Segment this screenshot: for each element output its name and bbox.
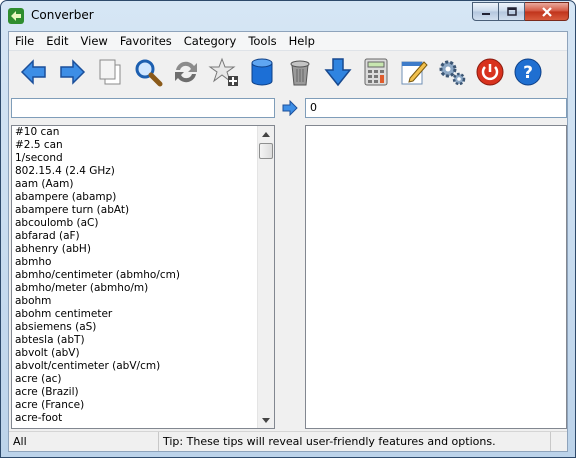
swap-button[interactable] bbox=[167, 52, 205, 92]
unit-list-item[interactable]: acre-foot bbox=[15, 412, 257, 425]
unit-list-item[interactable]: abampere (abamp) bbox=[15, 191, 257, 204]
calculator-button[interactable] bbox=[357, 52, 395, 92]
unit-list-scrollbar[interactable] bbox=[257, 126, 274, 428]
unit-list-item[interactable]: abtesla (abT) bbox=[15, 334, 257, 347]
settings-button[interactable] bbox=[433, 52, 471, 92]
unit-list-item[interactable]: abohm bbox=[15, 295, 257, 308]
scroll-up-arrow-icon bbox=[262, 131, 270, 137]
delete-button[interactable] bbox=[281, 52, 319, 92]
convert-arrow-icon[interactable] bbox=[281, 100, 299, 116]
unit-list-item[interactable]: #10 can bbox=[15, 126, 257, 139]
back-arrow-icon bbox=[20, 59, 46, 85]
download-button[interactable] bbox=[319, 52, 357, 92]
swap-arrows-icon bbox=[175, 61, 197, 83]
result-value-field[interactable]: 0 bbox=[305, 98, 567, 118]
magnifier-icon bbox=[135, 59, 163, 87]
svg-text:?: ? bbox=[523, 63, 533, 83]
close-icon bbox=[541, 6, 552, 17]
resize-grip[interactable] bbox=[551, 432, 567, 451]
status-tip: Tip: These tips will reveal user-friendl… bbox=[159, 432, 551, 451]
maximize-icon bbox=[506, 7, 517, 16]
unit-list-item[interactable]: abohm centimeter bbox=[15, 308, 257, 321]
unit-list-item[interactable]: acre (Brazil) bbox=[15, 386, 257, 399]
help-button[interactable]: ? bbox=[509, 52, 547, 92]
client-area: File Edit View Favorites Category Tools … bbox=[8, 31, 568, 452]
unit-list-item[interactable]: absiemens (aS) bbox=[15, 321, 257, 334]
unit-list-item[interactable]: abhenry (abH) bbox=[15, 243, 257, 256]
unit-list-item[interactable]: 802.15.4 (2.4 GHz) bbox=[15, 165, 257, 178]
unit-list-item[interactable]: abvolt/centimeter (abV/cm) bbox=[15, 360, 257, 373]
unit-list-item[interactable]: abmho/centimeter (abmho/cm) bbox=[15, 269, 257, 282]
close-button[interactable] bbox=[525, 2, 569, 21]
app-window: Converber File Edit View Favorites Categ… bbox=[0, 0, 576, 458]
converber-logo-icon bbox=[8, 8, 24, 24]
unit-list-item[interactable]: abampere turn (abAt) bbox=[15, 204, 257, 217]
unit-list-item[interactable]: abcoulomb (aC) bbox=[15, 217, 257, 230]
unit-list-item[interactable]: #2.5 can bbox=[15, 139, 257, 152]
gears-icon bbox=[439, 60, 466, 86]
menu-file[interactable]: File bbox=[9, 32, 40, 51]
menu-bar: File Edit View Favorites Category Tools … bbox=[9, 32, 567, 51]
help-icon: ? bbox=[514, 58, 542, 86]
conversion-row: 0 bbox=[9, 96, 567, 120]
forward-button[interactable] bbox=[53, 52, 91, 92]
scrollbar-thumb[interactable] bbox=[259, 143, 273, 159]
unit-list-item[interactable]: abvolt (abV) bbox=[15, 347, 257, 360]
title-bar[interactable]: Converber bbox=[1, 1, 575, 31]
forward-arrow-icon bbox=[60, 59, 86, 85]
trash-icon bbox=[290, 60, 310, 86]
unit-list[interactable]: #10 can #2.5 can 1/second 802.15.4 (2.4 GHz… bbox=[11, 125, 275, 429]
unit-list-item[interactable]: aam (Aam) bbox=[15, 178, 257, 191]
edit-button[interactable] bbox=[395, 52, 433, 92]
unit-list-items: #10 can #2.5 can 1/second 802.15.4 (2.4 GHz… bbox=[15, 126, 257, 425]
unit-list-item[interactable]: abmho/meter (abmho/m) bbox=[15, 282, 257, 295]
result-list[interactable] bbox=[305, 125, 567, 429]
toolbar: ? bbox=[9, 52, 567, 94]
unit-list-item[interactable]: acre (ac) bbox=[15, 373, 257, 386]
search-button[interactable] bbox=[129, 52, 167, 92]
unit-list-item[interactable]: acre (France) bbox=[15, 399, 257, 412]
database-button[interactable] bbox=[243, 52, 281, 92]
window-title: Converber bbox=[31, 8, 94, 22]
down-arrow-icon bbox=[324, 58, 352, 87]
status-bar: All Tip: These tips will reveal user-fri… bbox=[9, 431, 567, 451]
add-favorite-button[interactable] bbox=[205, 52, 243, 92]
scroll-down-arrow-icon bbox=[262, 417, 270, 423]
back-button[interactable] bbox=[15, 52, 53, 92]
calculator-icon bbox=[364, 58, 388, 86]
menu-edit[interactable]: Edit bbox=[40, 32, 74, 51]
menu-category[interactable]: Category bbox=[178, 32, 243, 51]
menu-help[interactable]: Help bbox=[283, 32, 321, 51]
unit-list-item[interactable]: 1/second bbox=[15, 152, 257, 165]
copy-icon bbox=[99, 59, 121, 85]
minimize-icon bbox=[481, 12, 490, 15]
unit-list-item[interactable]: abfarad (aF) bbox=[15, 230, 257, 243]
minimize-button[interactable] bbox=[472, 2, 499, 21]
menu-view[interactable]: View bbox=[75, 32, 114, 51]
power-icon bbox=[476, 58, 504, 86]
notepad-edit-icon bbox=[401, 61, 428, 85]
menu-tools[interactable]: Tools bbox=[242, 32, 282, 51]
maximize-button[interactable] bbox=[499, 2, 525, 21]
copy-button[interactable] bbox=[91, 52, 129, 92]
status-category: All bbox=[9, 432, 159, 451]
scroll-up-button[interactable] bbox=[258, 126, 274, 142]
unit-list-item[interactable]: abmho bbox=[15, 256, 257, 269]
menu-favorites[interactable]: Favorites bbox=[114, 32, 178, 51]
scroll-down-button[interactable] bbox=[258, 412, 274, 428]
star-add-icon bbox=[208, 57, 238, 86]
value-input[interactable] bbox=[11, 98, 275, 118]
exit-button[interactable] bbox=[471, 52, 509, 92]
database-icon bbox=[251, 58, 273, 86]
